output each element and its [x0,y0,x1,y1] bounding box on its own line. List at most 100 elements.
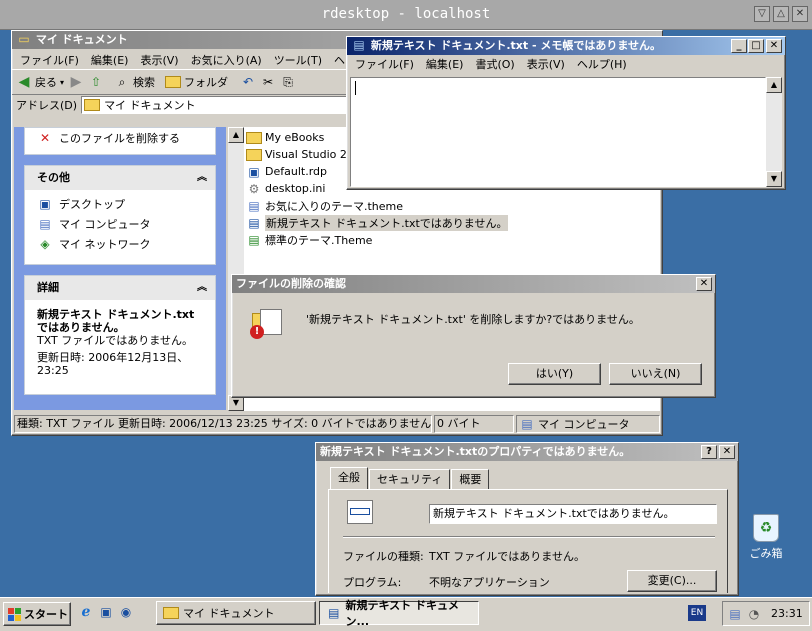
notepad-window: ▤ 新規テキスト ドキュメント.txt - メモ帳ではありません。 _ □ ✕ … [346,36,786,190]
taskbar: スタート ℯ ▣ ◉ マイ ドキュメント ▤ 新規テキスト ドキュメン... E… [0,597,812,631]
place-my-network[interactable]: ◈ マイ ネットワーク [37,234,203,254]
delete-file-icon: ! [250,309,288,339]
tab-summary[interactable]: 概要 [451,469,490,489]
recycle-bin-label: ごみ箱 [749,547,783,560]
rdesktop-maximize-button[interactable]: △ [773,6,789,22]
network-icon: ◈ [40,237,50,251]
quick-launch: ℯ ▣ ◉ [78,604,134,620]
clock: 23:31 [771,607,803,620]
start-button[interactable]: スタート [3,602,71,626]
explorer-menu-favorites[interactable]: お気に入り(A) [185,52,268,68]
details-modified: 更新日時: 2006年12月13日、23:25 [37,351,189,377]
notepad-title: 新規テキスト ドキュメント.txt - メモ帳ではありません。 [370,39,662,52]
network-tray-icon[interactable]: ▤ [727,606,743,622]
notepad-menu-edit[interactable]: 編集(E) [420,56,470,72]
volume-tray-icon[interactable]: ◔ [746,606,762,622]
no-button[interactable]: いいえ(N) [609,363,702,385]
status-info: 種類: TXT ファイル 更新日時: 2006/12/13 23:25 サイズ:… [14,415,432,433]
notepad-text-area[interactable] [350,77,766,187]
desktop-icon: ▣ [39,197,51,211]
collapse-chevron-icon[interactable]: ︽ [197,166,207,190]
text-file-icon [347,500,373,524]
notepad-menu-help[interactable]: ヘルプ(H) [571,56,633,72]
list-item[interactable]: ▤ 標準のテーマ.Theme [246,231,660,248]
place-desktop[interactable]: ▣ デスクトップ [37,194,203,214]
maximize-button[interactable]: □ [748,39,764,53]
notepad-menu-file[interactable]: ファイル(F) [349,56,420,72]
copy-icon[interactable]: ⎘ [280,74,296,90]
folder-icon [246,131,262,144]
tab-security[interactable]: セキュリティ [369,469,451,489]
properties-tab-panel: 新規テキスト ドキュメント.txtではありません。 ファイルの種類: TXT フ… [328,489,728,593]
properties-titlebar[interactable]: 新規テキスト ドキュメント.txtのプロパティではありません。 ? ✕ [316,443,738,461]
details-header[interactable]: 詳細 ︽ [25,276,215,300]
search-button[interactable]: ⌕ 検索 [114,74,155,90]
notepad-menu-view[interactable]: 表示(V) [521,56,571,72]
list-item-selected[interactable]: ▤ 新規テキスト ドキュメント.txtではありません。 [246,214,660,231]
chevron-down-icon: ▾ [60,77,65,87]
undo-icon[interactable]: ↶ [240,74,256,90]
scroll-up-button[interactable]: ▲ [766,77,782,93]
folder-icon [165,76,182,88]
program-value: 不明なアプリケーション [429,576,550,589]
close-button[interactable]: ✕ [766,39,782,53]
notepad-titlebar[interactable]: ▤ 新規テキスト ドキュメント.txt - メモ帳ではありません。 _ □ ✕ [347,37,785,55]
collapse-chevron-icon[interactable]: ︽ [197,276,207,300]
notepad-scrollbar[interactable]: ▲ ▼ [766,77,782,187]
change-button[interactable]: 変更(C)... [627,570,717,592]
address-label: アドレス(D) [16,99,78,112]
divider [343,536,715,538]
explorer-menu-tools[interactable]: ツール(T) [268,52,328,68]
explorer-statusbar: 種類: TXT ファイル 更新日時: 2006/12/13 23:25 サイズ:… [14,415,660,433]
up-folder-icon[interactable]: ⇧ [88,74,104,90]
place-my-computer[interactable]: ▤ マイ コンピュータ [37,214,203,234]
internet-explorer-icon[interactable]: ℯ [78,604,94,620]
explorer-title: マイ ドキュメント [35,33,128,46]
file-tasks-panel: ✕ このファイルを削除する [24,127,216,155]
delete-file-task[interactable]: ✕ このファイルを削除する [37,128,215,148]
status-size: 0 バイト [434,415,514,433]
scroll-down-button[interactable]: ▼ [766,171,782,187]
task-my-documents[interactable]: マイ ドキュメント [156,601,316,625]
explorer-menu-view[interactable]: 表示(V) [134,52,184,68]
rdesktop-close-button[interactable]: ✕ [792,6,808,22]
back-button[interactable]: ◀ 戻る ▾ [16,74,64,90]
properties-dialog: 新規テキスト ドキュメント.txtのプロパティではありません。 ? ✕ 全般 セ… [315,442,739,596]
close-button[interactable]: ✕ [696,277,712,291]
help-button[interactable]: ? [701,445,717,459]
cut-icon[interactable]: ✂ [260,74,276,90]
task-notepad[interactable]: ▤ 新規テキスト ドキュメン... [319,599,479,628]
other-places-header[interactable]: その他 ︽ [25,166,215,190]
delete-x-icon: ✕ [39,131,51,145]
system-tray: ▤ ◔ 23:31 [722,601,810,626]
close-button[interactable]: ✕ [719,445,735,459]
confirm-titlebar[interactable]: ファイルの削除の確認 ✕ [232,275,715,293]
ini-file-icon: ⚙ [248,181,260,196]
language-indicator[interactable]: EN [688,605,706,621]
windows-logo-icon [8,607,21,621]
type-label: ファイルの種類: [343,550,424,563]
folder-icon [246,148,262,161]
show-desktop-icon[interactable]: ▣ [98,604,114,620]
tab-general[interactable]: 全般 [330,467,368,489]
rdesktop-title: rdesktop - localhost [321,6,491,22]
folder-icon [84,99,101,111]
details-type: TXT ファイルではありません。 [37,334,193,347]
type-value: TXT ファイルではありません。 [429,550,585,563]
details-panel: 詳細 ︽ 新規テキスト ドキュメント.txtではありません。 TXT ファイルでは… [24,275,216,395]
list-item[interactable]: ▤ お気に入りのテーマ.theme [246,197,660,214]
notepad-menu-format[interactable]: 書式(O) [469,56,520,72]
media-player-icon[interactable]: ◉ [118,604,134,620]
confirm-message: '新規テキスト ドキュメント.txt' を削除しますか?ではありません。 [306,313,640,326]
yes-button[interactable]: はい(Y) [508,363,601,385]
theme-file-icon: ▤ [248,198,260,213]
forward-arrow-icon[interactable]: ▶ [68,74,84,90]
scroll-up-button[interactable]: ▲ [228,127,244,143]
minimize-button[interactable]: _ [731,39,747,53]
explorer-menu-file[interactable]: ファイル(F) [14,52,85,68]
filename-input[interactable]: 新規テキスト ドキュメント.txtではありません。 [429,504,717,524]
recycle-bin[interactable]: ♻ ごみ箱 [744,514,788,561]
folders-button[interactable]: フォルダ [165,74,228,90]
explorer-menu-edit[interactable]: 編集(E) [85,52,135,68]
rdesktop-minimize-button[interactable]: ▽ [754,6,770,22]
